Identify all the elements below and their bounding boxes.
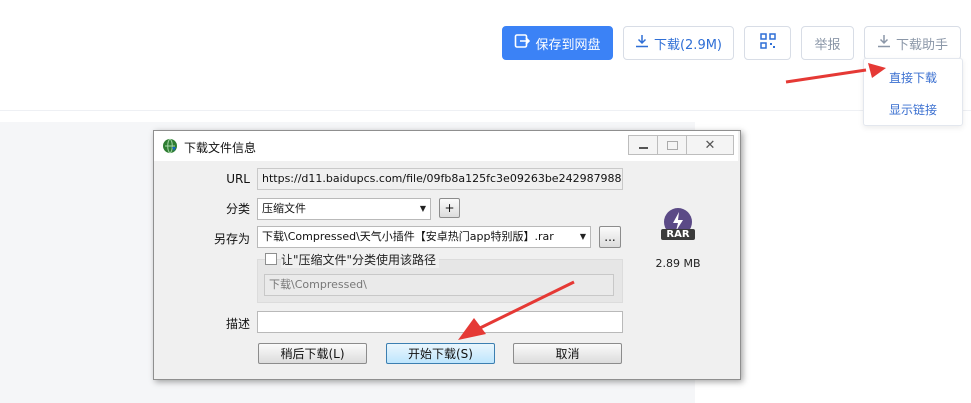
qrcode-button[interactable] <box>744 26 791 60</box>
download-helper-label: 下载助手 <box>895 37 948 53</box>
red-arrow-bottom-icon <box>458 280 575 340</box>
category-select[interactable]: 压缩文件 ▼ <box>257 198 431 220</box>
file-type-badge: RAR <box>661 229 695 240</box>
maximize-button[interactable] <box>657 135 687 155</box>
chevron-down-icon: ▼ <box>419 204 426 213</box>
saveas-select[interactable]: 下载\Compressed\天气小插件【安卓热门app特别版】.rar ▼ <box>257 226 591 248</box>
dialog-titlebar: 下载文件信息 ✕ <box>154 131 738 161</box>
header-divider <box>0 110 971 111</box>
save-to-netdisk-button[interactable]: 保存到网盘 <box>502 26 613 60</box>
use-path-checkbox-label: 让"压缩文件"分类使用该路径 <box>281 251 440 268</box>
use-path-checkbox[interactable] <box>265 253 277 265</box>
download-helper-icon <box>877 34 891 52</box>
download-helper-button[interactable]: 下载助手 <box>864 26 961 60</box>
close-icon: ✕ <box>704 137 716 153</box>
browse-button[interactable]: ... <box>599 226 621 248</box>
category-value: 压缩文件 <box>262 202 306 215</box>
url-field[interactable]: https://d11.baidupcs.com/file/09fb8a125f… <box>257 168 623 190</box>
url-label: URL <box>226 172 250 186</box>
file-size: 2.89 MB <box>655 257 701 270</box>
download-icon <box>635 34 649 52</box>
save-to-netdisk-label: 保存到网盘 <box>535 37 601 53</box>
close-button[interactable]: ✕ <box>686 135 734 155</box>
app-globe-icon <box>162 138 178 157</box>
report-button[interactable]: 举报 <box>801 26 854 60</box>
red-arrow-top-icon <box>785 63 886 84</box>
description-label: 描述 <box>225 317 250 331</box>
saveas-label: 另存为 <box>213 232 250 246</box>
maximize-icon <box>666 140 678 150</box>
category-label: 分类 <box>225 202 250 216</box>
report-label: 举报 <box>814 37 841 53</box>
download-label: 下载(2.9M) <box>653 37 723 53</box>
save-icon <box>514 33 531 53</box>
minimize-button[interactable] <box>628 135 658 155</box>
saveas-value: 下载\Compressed\天气小插件【安卓热门app特别版】.rar <box>262 230 554 243</box>
download-later-button[interactable]: 稍后下载(L) <box>258 343 367 364</box>
menu-item-show-link[interactable]: 显示链接 <box>864 101 962 118</box>
add-category-button[interactable]: + <box>439 198 460 218</box>
qrcode-icon <box>759 33 776 53</box>
chevron-down-icon: ▼ <box>576 227 586 247</box>
download-button[interactable]: 下载(2.9M) <box>623 26 734 60</box>
minimize-icon <box>638 146 648 149</box>
dialog-title: 下载文件信息 <box>184 141 257 155</box>
